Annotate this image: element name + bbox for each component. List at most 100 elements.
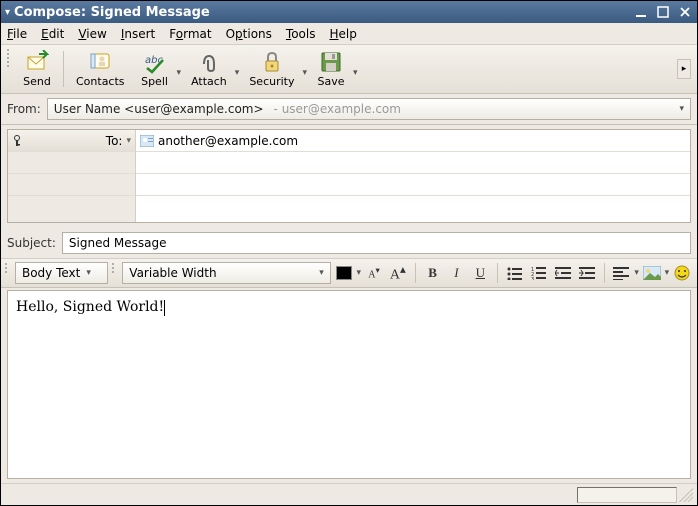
outdent-icon xyxy=(555,266,571,280)
from-row: From: User Name <user@example.com> - use… xyxy=(1,94,697,125)
toolbar-grip[interactable] xyxy=(5,263,9,283)
save-button[interactable]: Save xyxy=(309,48,353,90)
menu-file[interactable]: File xyxy=(7,27,27,41)
recipient-type-cell[interactable] xyxy=(8,152,135,174)
font-large-icon: A▴ xyxy=(390,262,406,284)
recipient-type-cell[interactable] xyxy=(8,174,135,196)
italic-button[interactable]: I xyxy=(446,262,468,284)
subject-input[interactable] xyxy=(62,232,691,254)
recipient-address-cell[interactable] xyxy=(136,174,690,196)
number-list-icon: 123 xyxy=(531,266,547,280)
svg-text:3: 3 xyxy=(531,277,534,280)
font-combo[interactable]: Variable Width ▾ xyxy=(122,262,330,284)
subject-row: Subject: xyxy=(1,228,697,258)
menu-view[interactable]: View xyxy=(78,27,106,41)
contacts-icon xyxy=(88,50,112,74)
menu-options[interactable]: Options xyxy=(226,27,272,41)
recipient-type-cell[interactable]: To: ▾ xyxy=(8,130,135,152)
to-label: To: xyxy=(28,134,122,148)
menu-edit[interactable]: Edit xyxy=(41,27,64,41)
main-toolbar: Send Contacts abc Spell ▾ Attach xyxy=(1,45,697,94)
menu-format[interactable]: Format xyxy=(169,27,211,41)
statusbar xyxy=(1,483,697,505)
color-swatch-icon xyxy=(336,266,352,280)
number-list-button[interactable]: 123 xyxy=(528,262,550,284)
attach-button[interactable]: Attach xyxy=(183,48,235,90)
align-dropdown[interactable]: ▾ xyxy=(634,268,639,278)
subject-label: Subject: xyxy=(7,236,56,250)
resize-grip[interactable] xyxy=(679,488,693,502)
recipients-grid: To: ▾ xyxy=(7,129,691,223)
bold-button[interactable]: B xyxy=(422,262,444,284)
attach-icon xyxy=(197,50,221,74)
menu-tools[interactable]: Tools xyxy=(286,27,316,41)
spell-button[interactable]: abc Spell xyxy=(133,48,177,90)
bullet-list-button[interactable] xyxy=(504,262,526,284)
contact-card-icon xyxy=(140,135,154,147)
align-button[interactable] xyxy=(610,262,632,284)
contacts-button[interactable]: Contacts xyxy=(68,48,133,90)
toolbar-overflow[interactable]: ▸ xyxy=(677,59,691,79)
recipient-address-cell[interactable] xyxy=(136,130,690,152)
menu-insert[interactable]: Insert xyxy=(121,27,155,41)
indent-icon xyxy=(579,266,595,280)
recipients-area: To: ▾ xyxy=(1,125,697,223)
compose-window: ▾ Compose: Signed Message File Edit View… xyxy=(0,0,698,506)
outdent-button[interactable] xyxy=(552,262,574,284)
key-icon xyxy=(12,135,22,147)
chevron-down-icon: ▾ xyxy=(679,104,684,114)
insert-dropdown[interactable]: ▾ xyxy=(665,268,670,278)
window-menu-icon[interactable]: ▾ xyxy=(5,7,10,18)
from-combo[interactable]: User Name <user@example.com> - user@exam… xyxy=(47,98,691,120)
indent-button[interactable] xyxy=(576,262,598,284)
chevron-down-icon: ▾ xyxy=(319,268,324,278)
italic-icon: I xyxy=(454,265,458,281)
security-icon xyxy=(260,50,284,74)
bold-icon: B xyxy=(428,265,437,281)
smiley-icon xyxy=(674,265,690,281)
save-icon xyxy=(319,50,343,74)
spell-icon: abc xyxy=(143,50,167,74)
maximize-button[interactable] xyxy=(655,4,671,20)
paragraph-style-combo[interactable]: Body Text ▾ xyxy=(15,262,108,284)
body-text: Hello, Signed World! xyxy=(16,299,164,315)
font-small-icon: A▾ xyxy=(368,265,379,280)
minimize-button[interactable] xyxy=(633,4,649,20)
recipient-type-cell[interactable] xyxy=(8,196,135,218)
font-value: Variable Width xyxy=(129,266,216,280)
chevron-down-icon: ▾ xyxy=(86,268,91,278)
text-color-dropdown[interactable]: ▾ xyxy=(357,268,362,278)
emoticon-button[interactable] xyxy=(671,262,693,284)
align-left-icon xyxy=(613,266,629,280)
insert-image-button[interactable] xyxy=(641,262,663,284)
security-button[interactable]: Security xyxy=(241,48,302,90)
message-body-editor[interactable]: Hello, Signed World! xyxy=(7,290,691,479)
save-dropdown[interactable]: ▾ xyxy=(353,68,360,90)
font-larger-button[interactable]: A▴ xyxy=(387,262,409,284)
toolbar-grip[interactable] xyxy=(7,49,11,89)
paragraph-style-value: Body Text xyxy=(22,266,80,280)
from-hint: - user@example.com xyxy=(274,102,401,116)
image-icon xyxy=(643,266,661,280)
underline-button[interactable]: U xyxy=(469,262,491,284)
menubar: File Edit View Insert Format Options Too… xyxy=(1,23,697,45)
close-button[interactable] xyxy=(677,4,693,20)
toolbar-grip[interactable] xyxy=(112,263,116,283)
recipient-address-cell[interactable] xyxy=(136,196,690,218)
chevron-down-icon: ▾ xyxy=(126,136,131,146)
from-label: From: xyxy=(7,102,41,116)
send-button[interactable]: Send xyxy=(15,48,59,90)
titlebar[interactable]: ▾ Compose: Signed Message xyxy=(1,1,697,23)
status-panel xyxy=(577,487,677,503)
font-smaller-button[interactable]: A▾ xyxy=(363,262,385,284)
send-icon xyxy=(25,50,49,74)
menu-help[interactable]: Help xyxy=(329,27,356,41)
window-title: Compose: Signed Message xyxy=(14,5,633,20)
bullet-list-icon xyxy=(507,266,523,280)
to-input[interactable] xyxy=(158,134,686,148)
text-color-button[interactable] xyxy=(333,262,355,284)
format-toolbar: Body Text ▾ Variable Width ▾ ▾ A▾ A▴ B I… xyxy=(1,258,697,288)
from-value: User Name <user@example.com> xyxy=(54,102,264,116)
recipient-address-cell[interactable] xyxy=(136,152,690,174)
underline-icon: U xyxy=(476,265,485,281)
